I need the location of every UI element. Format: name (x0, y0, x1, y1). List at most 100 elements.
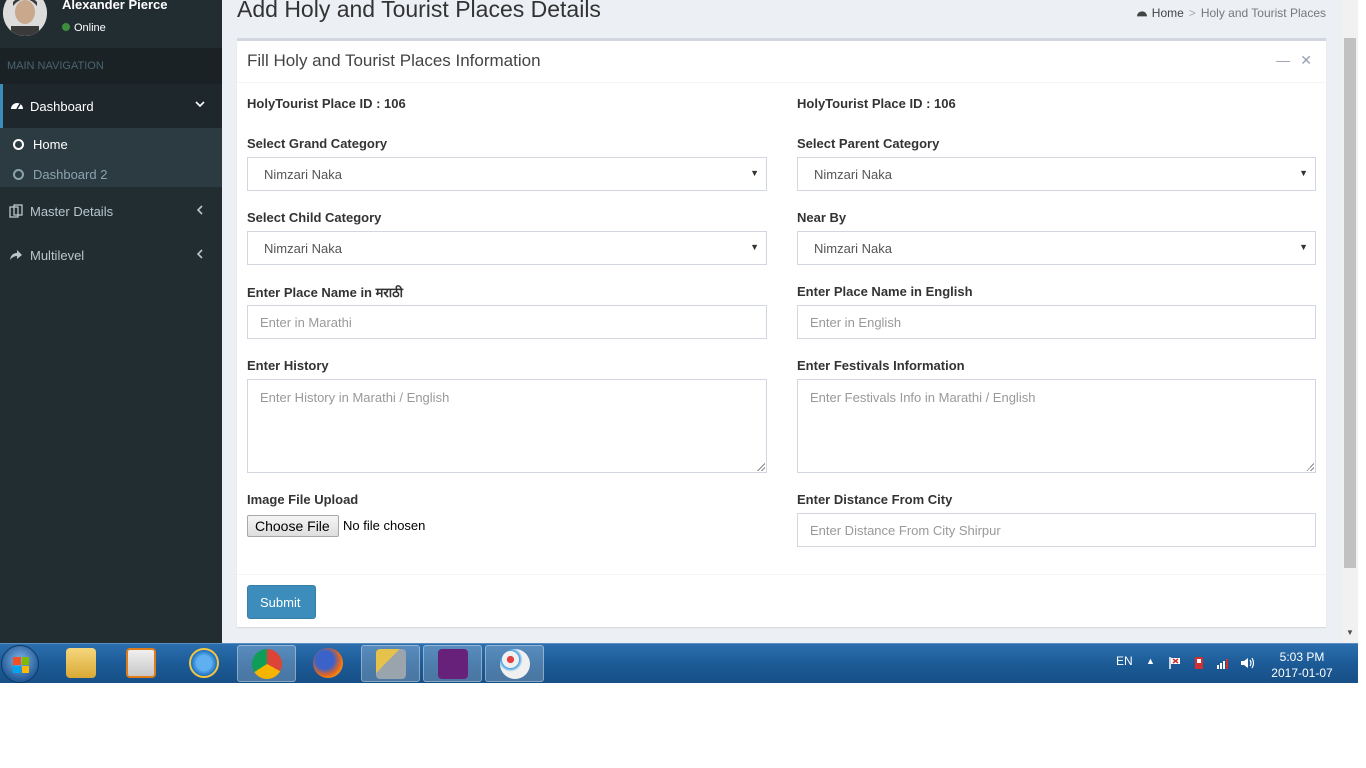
visual-studio-icon (438, 649, 468, 679)
sidebar: Alexander Pierce Online MAIN NAVIGATION … (0, 0, 222, 643)
sidebar-item-label: Multilevel (30, 248, 85, 263)
show-hidden-icons-icon[interactable]: ▲ (1146, 656, 1155, 683)
nav-header: MAIN NAVIGATION (0, 48, 222, 84)
place-marathi-label: Enter Place Name in मराठी (247, 285, 403, 300)
chevron-down-icon (195, 98, 205, 112)
chrome-icon (252, 649, 282, 679)
taskbar-paint[interactable] (485, 645, 544, 682)
place-english-label: Enter Place Name in English (797, 284, 973, 299)
chevron-left-icon (195, 204, 205, 218)
taskbar: EN ▲ 5:03 PM 2017-01-07 (0, 643, 1358, 683)
page-scrollbar[interactable]: ▼ (1342, 0, 1358, 643)
sidebar-item-master-details[interactable]: Master Details (0, 204, 222, 224)
distance-label: Enter Distance From City (797, 492, 953, 507)
sidebar-item-multilevel[interactable]: Multilevel (0, 248, 222, 268)
near-by-select[interactable]: Nimzari Naka ▼ (797, 231, 1316, 265)
place-id-right: HolyTourist Place ID : 106 (797, 96, 956, 111)
resize-handle-icon[interactable] (757, 463, 765, 471)
sidebar-item-dashboard[interactable]: Dashboard (0, 84, 222, 128)
avatar[interactable] (3, 0, 47, 36)
resize-handle-icon[interactable] (1306, 463, 1314, 471)
place-marathi-input[interactable]: Enter in Marathi (247, 305, 767, 339)
form-box: Fill Holy and Tourist Places Information… (237, 38, 1326, 627)
media-player-icon (126, 648, 156, 678)
grand-category-value: Nimzari Naka (264, 167, 343, 182)
child-category-select[interactable]: Nimzari Naka ▼ (247, 231, 767, 265)
dashboard-icon (1136, 6, 1148, 20)
near-by-label: Near By (797, 210, 847, 225)
device-icon[interactable] (1192, 656, 1206, 683)
box-footer-divider (237, 574, 1326, 575)
parent-category-value: Nimzari Naka (814, 167, 893, 182)
grand-category-label: Select Grand Category (247, 136, 388, 151)
dropdown-arrow-icon: ▼ (1299, 242, 1308, 252)
online-icon (62, 23, 70, 31)
network-icon[interactable] (1216, 656, 1230, 683)
language-indicator[interactable]: EN (1116, 654, 1133, 683)
image-upload-label: Image File Upload (247, 492, 359, 507)
taskbar-internet-explorer[interactable] (175, 645, 234, 682)
taskbar-firefox[interactable] (299, 645, 358, 682)
dropdown-arrow-icon: ▼ (750, 168, 759, 178)
page-title: Add Holy and Tourist Places Details (237, 0, 601, 22)
festivals-label: Enter Festivals Information (797, 358, 965, 373)
screen: Alexander Pierce Online MAIN NAVIGATION … (0, 0, 1366, 683)
volume-icon[interactable] (1240, 656, 1256, 683)
sidebar-subitem-label: Home (33, 137, 68, 152)
action-center-icon[interactable] (1168, 656, 1182, 683)
taskbar-chrome[interactable] (237, 645, 296, 682)
clock-time: 5:03 PM (1279, 650, 1325, 664)
windows-logo-icon (13, 657, 29, 673)
copy-icon (9, 204, 23, 218)
dashboard-icon (10, 99, 24, 113)
history-placeholder: Enter History in Marathi / English (260, 390, 450, 405)
festivals-textarea[interactable]: Enter Festivals Info in Marathi / Englis… (797, 379, 1316, 473)
file-status: No file chosen (343, 518, 426, 533)
choose-file-button[interactable]: Choose File (247, 515, 339, 537)
sidebar-subitem-label: Dashboard 2 (33, 167, 108, 182)
sidebar-item-label: Dashboard (30, 99, 94, 114)
scroll-down-arrow-icon[interactable]: ▼ (1346, 628, 1354, 637)
content-wrapper: Add Holy and Tourist Places Details Home… (222, 0, 1342, 643)
circle-icon (13, 139, 24, 150)
box-tools: — ✕ (1266, 52, 1312, 69)
start-button[interactable] (1, 645, 39, 683)
internet-explorer-icon (189, 648, 219, 678)
history-label: Enter History (247, 358, 329, 373)
taskbar-file-explorer[interactable] (52, 645, 111, 682)
festivals-placeholder: Enter Festivals Info in Marathi / Englis… (810, 390, 1036, 405)
taskbar-sql-tools[interactable] (361, 645, 420, 682)
user-status-label: Online (74, 22, 106, 34)
circle-icon (13, 169, 24, 180)
distance-input[interactable]: Enter Distance From City Shirpur (797, 513, 1316, 547)
parent-category-label: Select Parent Category (797, 136, 940, 151)
submit-button[interactable]: Submit (247, 585, 316, 619)
dropdown-arrow-icon: ▼ (750, 242, 759, 252)
place-english-input[interactable]: Enter in English (797, 305, 1316, 339)
taskbar-media-player[interactable] (112, 645, 171, 682)
scrollbar-thumb[interactable] (1344, 38, 1356, 568)
parent-category-select[interactable]: Nimzari Naka ▼ (797, 157, 1316, 191)
sql-tools-icon (376, 649, 406, 679)
breadcrumb-separator: > (1188, 6, 1196, 20)
share-icon (9, 248, 23, 262)
breadcrumb: Home > Holy and Tourist Places (1136, 6, 1326, 20)
breadcrumb-home[interactable]: Home (1152, 6, 1184, 20)
box-title: Fill Holy and Tourist Places Information (247, 51, 541, 70)
close-icon[interactable]: ✕ (1300, 52, 1312, 68)
grand-category-select[interactable]: Nimzari Naka ▼ (247, 157, 767, 191)
user-panel: Alexander Pierce Online (0, 0, 222, 47)
minimize-icon[interactable]: — (1276, 52, 1290, 68)
breadcrumb-current: Holy and Tourist Places (1200, 6, 1326, 20)
user-status: Online (62, 22, 106, 34)
system-clock[interactable]: 5:03 PM 2017-01-07 (1262, 649, 1342, 681)
taskbar-visual-studio[interactable] (423, 645, 482, 682)
clock-date: 2017-01-07 (1271, 666, 1333, 680)
user-name: Alexander Pierce (62, 0, 168, 12)
place-id-left: HolyTourist Place ID : 106 (247, 96, 406, 111)
dropdown-arrow-icon: ▼ (1299, 168, 1308, 178)
paint-icon (500, 649, 530, 679)
box-header: Fill Holy and Tourist Places Information… (237, 41, 1326, 83)
chevron-left-icon (195, 248, 205, 262)
history-textarea[interactable]: Enter History in Marathi / English (247, 379, 767, 473)
